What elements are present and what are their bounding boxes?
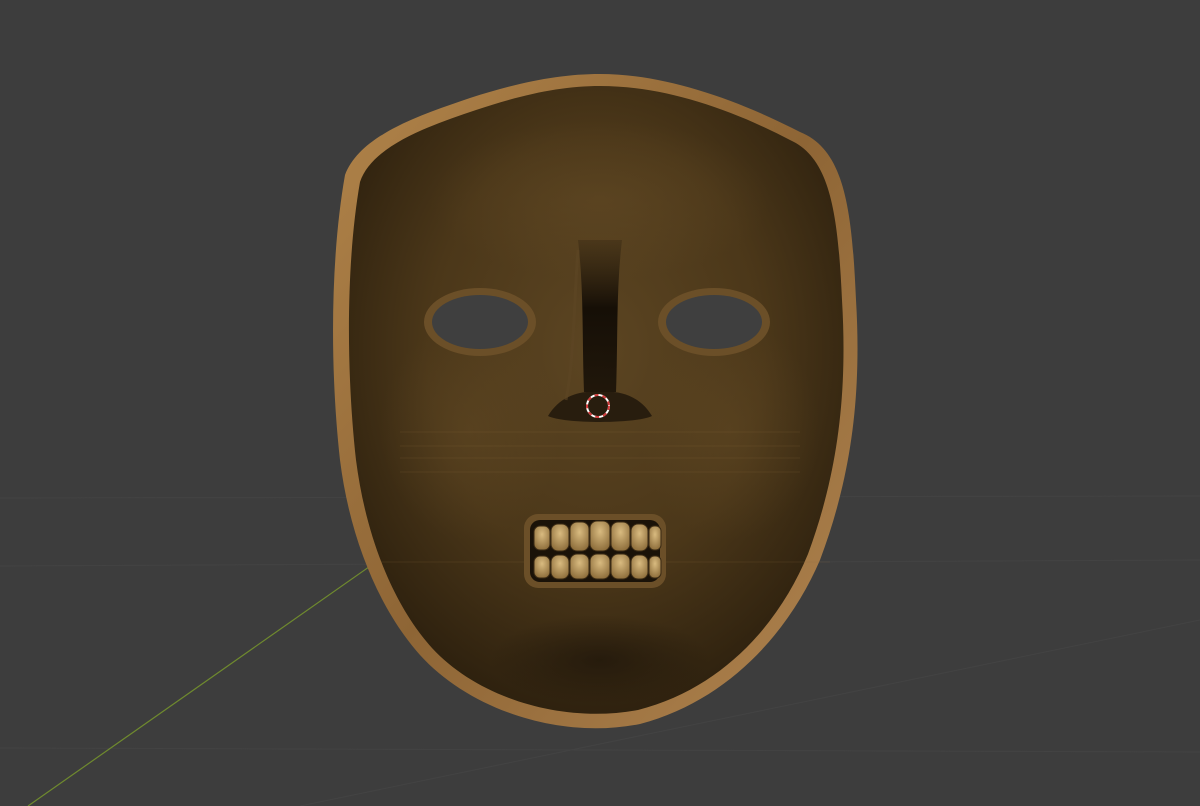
chin-shadow	[490, 615, 710, 705]
viewport-canvas[interactable]	[0, 0, 1200, 806]
upper-teeth	[533, 520, 662, 552]
left-eye-hole	[432, 295, 528, 349]
lower-teeth	[533, 553, 662, 580]
3d-viewport[interactable]	[0, 0, 1200, 806]
right-eye-hole	[666, 295, 762, 349]
nose-bridge	[578, 240, 622, 392]
